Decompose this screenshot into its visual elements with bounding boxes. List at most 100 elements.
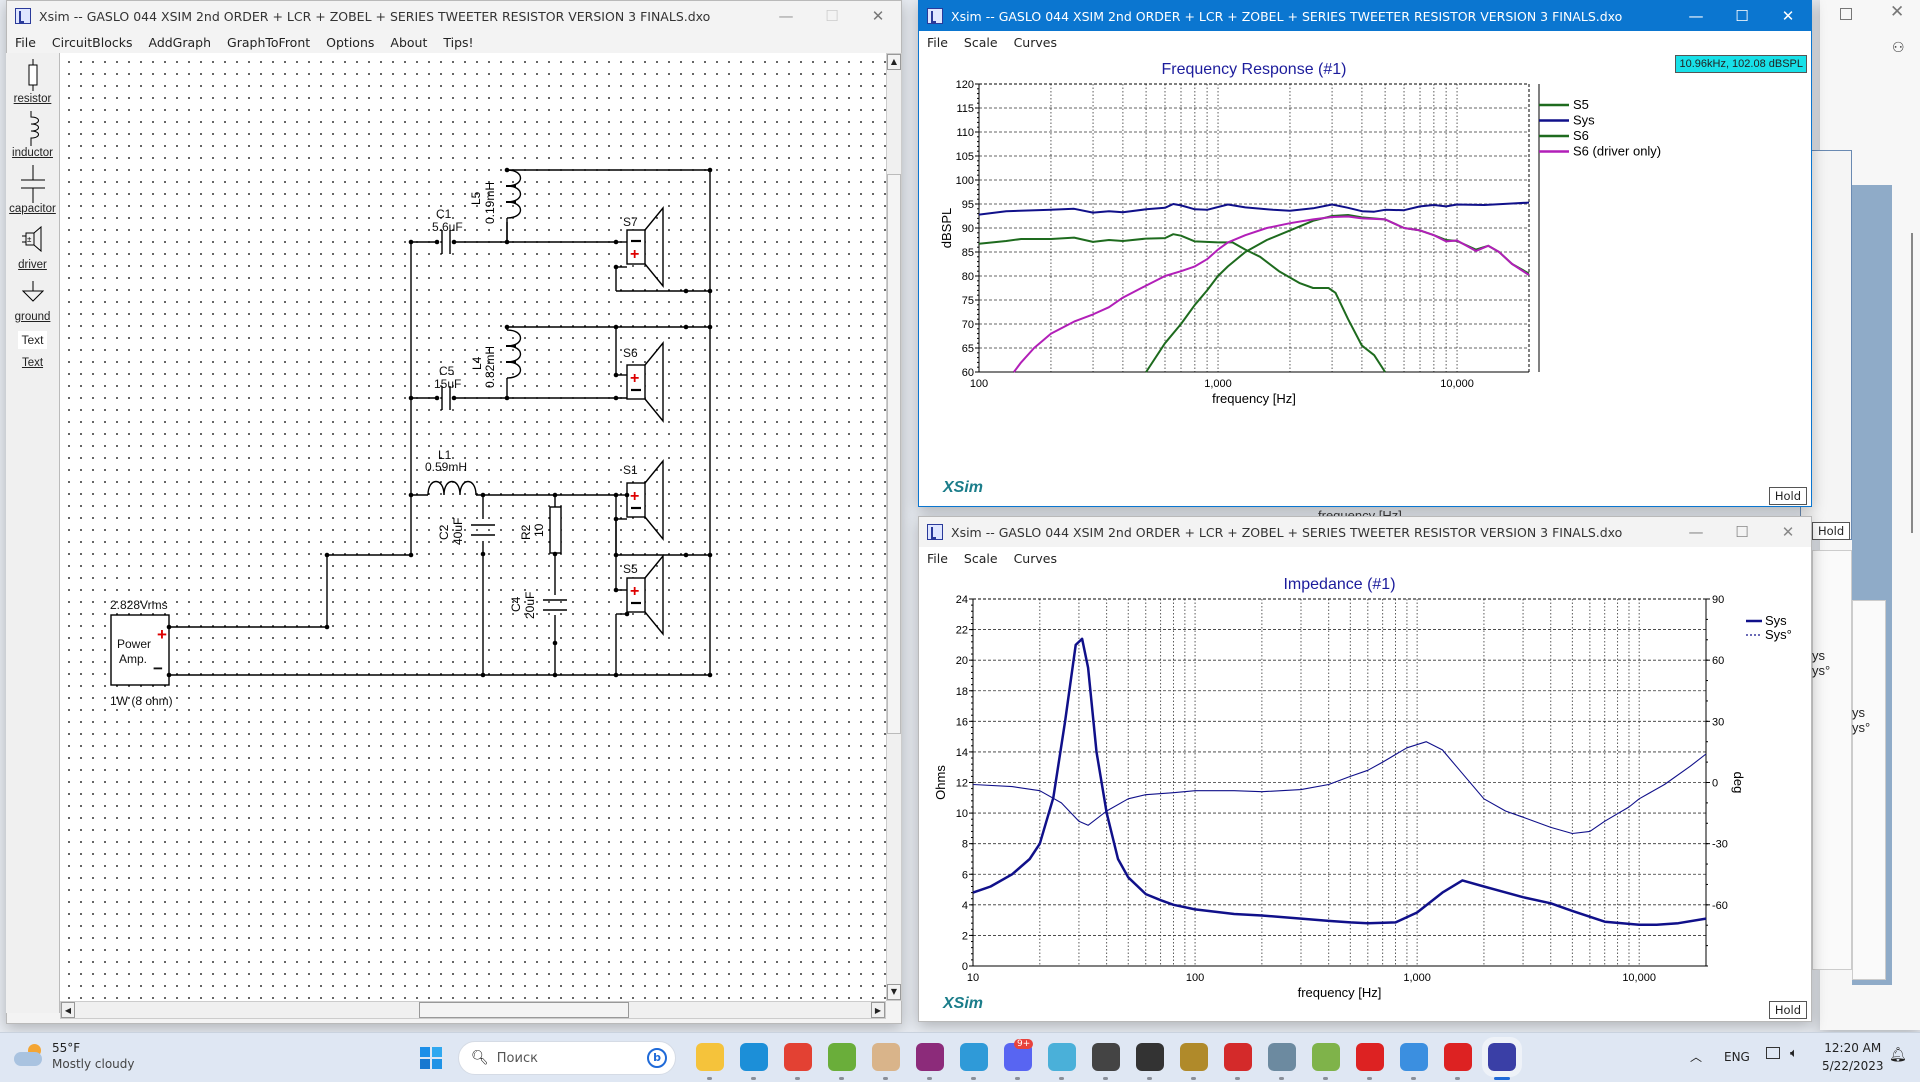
running-indicator (927, 1077, 932, 1080)
show-hidden-icons[interactable]: ︿ (1690, 1048, 1702, 1065)
language-indicator[interactable]: ENG (1724, 1050, 1750, 1064)
minimize-button[interactable]: — (1673, 517, 1719, 547)
background-scrollbar[interactable] (1911, 233, 1913, 533)
network-icon[interactable] (1766, 1047, 1780, 1059)
schematic-canvas[interactable]: + + + + + − Power Amp. 2.828Vrms 1W (8 ohm) C1 5.6u… (60, 53, 886, 1001)
junction-node (504, 167, 510, 173)
y-tick-label: 22 (956, 625, 968, 637)
close-button[interactable]: ✕ (1765, 517, 1811, 547)
junction-node (683, 324, 689, 330)
taskbar-app-app-1[interactable] (1356, 1043, 1384, 1071)
taskbar-app-utorrent[interactable] (828, 1043, 856, 1071)
tool-text-box[interactable]: Text (6, 331, 59, 349)
notification-bell-icon[interactable]: 🔔︎ (1889, 1047, 1907, 1063)
copilot-icon[interactable]: ⚇ (1892, 40, 1905, 56)
taskbar-app-calculator[interactable] (1268, 1043, 1296, 1071)
scroll-down-arrow[interactable]: ▼ (887, 984, 901, 1000)
search-box[interactable]: 🔍︎ Поиск b (458, 1041, 676, 1075)
taskbar-app-file-explorer[interactable] (696, 1043, 724, 1071)
menu-scale[interactable]: Scale (956, 35, 1006, 50)
taskbar-app-tornado[interactable] (872, 1043, 900, 1071)
running-indicator (1103, 1077, 1108, 1080)
taskbar-app-league-of-legends[interactable] (1180, 1043, 1208, 1071)
scroll-thumb[interactable] (887, 174, 901, 734)
taskbar-app-app-2[interactable] (1444, 1043, 1472, 1071)
label-l4: L4 (470, 356, 484, 370)
tool-inductor[interactable]: inductor (6, 111, 59, 159)
close-button[interactable]: ✕ (855, 1, 901, 31)
maximize-button[interactable]: ☐ (1719, 1, 1765, 31)
taskbar-app-chrome[interactable] (784, 1043, 812, 1071)
tool-driver[interactable]: ± driver (6, 225, 59, 271)
schematic-vertical-scrollbar[interactable]: ▲ ▼ (886, 53, 902, 1001)
freq-plot-area[interactable]: 10.96kHz, 102.08 dBSPL Frequency Respons… (919, 53, 1811, 506)
clock[interactable]: 12:20 AM 5/22/2023 (1822, 1039, 1884, 1075)
menu-file[interactable]: File (919, 551, 956, 566)
taskbar-app-notepad-[interactable] (1312, 1043, 1340, 1071)
y-tick-label: 110 (956, 127, 974, 139)
close-button[interactable]: ✕ (1765, 1, 1811, 31)
freq-menubar: File Scale Curves (919, 31, 1811, 53)
bing-icon[interactable]: b (647, 1048, 667, 1068)
menu-file[interactable]: File (919, 35, 956, 50)
menu-curves[interactable]: Curves (1006, 35, 1065, 50)
background-hold-button[interactable]: Hold (1812, 522, 1851, 540)
taskbar-app-photos[interactable] (1400, 1043, 1428, 1071)
hold-button[interactable]: Hold (1768, 487, 1807, 505)
legend-label: Sys (1573, 113, 1595, 128)
label-c4: C4 (509, 596, 523, 612)
taskbar-app-edge[interactable] (740, 1043, 768, 1071)
volume-icon[interactable]: 🔈︎ (1790, 1046, 1798, 1061)
menu-tips[interactable]: Tips! (435, 35, 481, 50)
maximize-button[interactable]: ☐ (809, 1, 855, 31)
taskbar-app-superman[interactable] (1224, 1043, 1252, 1071)
taskbar-app-notepad[interactable] (960, 1043, 988, 1071)
maximize-button[interactable]: ☐ (1719, 517, 1765, 547)
menu-addgraph[interactable]: AddGraph (140, 35, 219, 50)
running-indicator (1147, 1077, 1152, 1080)
taskbar-app-winrar[interactable] (916, 1043, 944, 1071)
taskbar-app-bass-clef[interactable] (1136, 1043, 1164, 1071)
tool-capacitor[interactable]: capacitor (6, 165, 59, 215)
tool-text[interactable]: Text (6, 357, 59, 369)
junction-node (504, 395, 510, 401)
legend-label: S6 (1573, 128, 1589, 143)
tool-ground[interactable]: ground (6, 281, 59, 323)
taskbar-app-paint[interactable] (1048, 1043, 1076, 1071)
scroll-up-arrow[interactable]: ▲ (887, 54, 901, 70)
discord-badge: 9+ (1014, 1039, 1034, 1049)
junction-node (624, 611, 630, 617)
scroll-thumb[interactable] (419, 1002, 629, 1018)
chart-title: Impedance (#1) (1283, 576, 1395, 593)
schematic-titlebar[interactable]: Xsim -- GASLO 044 XSIM 2nd ORDER + LCR +… (7, 1, 901, 31)
start-button[interactable] (420, 1047, 442, 1069)
minimize-button[interactable]: — (763, 1, 809, 31)
imp-plot-area[interactable]: Impedance (#1) 0 2 4 6 8 10 12 14 16 18 20 22 24 10 100… (919, 569, 1811, 1021)
scroll-right-arrow[interactable]: ▶ (871, 1002, 885, 1018)
close-icon[interactable]: ✕ (1890, 2, 1904, 22)
hold-button[interactable]: Hold (1768, 1001, 1807, 1019)
y-axis-label: dBSPL (939, 208, 954, 248)
schematic-horizontal-scrollbar[interactable]: ◀ ▶ (60, 1001, 886, 1019)
resistor-icon (28, 59, 37, 91)
menu-graphtofront[interactable]: GraphToFront (219, 35, 318, 50)
menu-file[interactable]: File (7, 35, 44, 50)
menu-options[interactable]: Options (318, 35, 382, 50)
menu-scale[interactable]: Scale (956, 551, 1006, 566)
y-tick-label: 105 (956, 151, 974, 163)
menu-curves[interactable]: Curves (1006, 551, 1065, 566)
menu-about[interactable]: About (382, 35, 435, 50)
minimize-button[interactable]: — (1673, 1, 1719, 31)
taskbar-app-speaker[interactable] (1092, 1043, 1120, 1071)
tool-resistor[interactable]: resistor (6, 59, 59, 105)
freq-titlebar[interactable]: Xsim -- GASLO 044 XSIM 2nd ORDER + LCR +… (919, 1, 1811, 31)
restore-icon[interactable] (1840, 8, 1852, 20)
junction-node (613, 239, 619, 245)
menu-circuitblocks[interactable]: CircuitBlocks (44, 35, 141, 50)
taskbar-app-xsim[interactable] (1482, 1037, 1522, 1077)
junction-node (624, 492, 630, 498)
scroll-left-arrow[interactable]: ◀ (61, 1002, 75, 1018)
imp-titlebar[interactable]: Xsim -- GASLO 044 XSIM 2nd ORDER + LCR +… (919, 517, 1811, 547)
weather-widget[interactable]: 55°F Mostly cloudy (14, 1040, 135, 1072)
junction-node (707, 167, 713, 173)
